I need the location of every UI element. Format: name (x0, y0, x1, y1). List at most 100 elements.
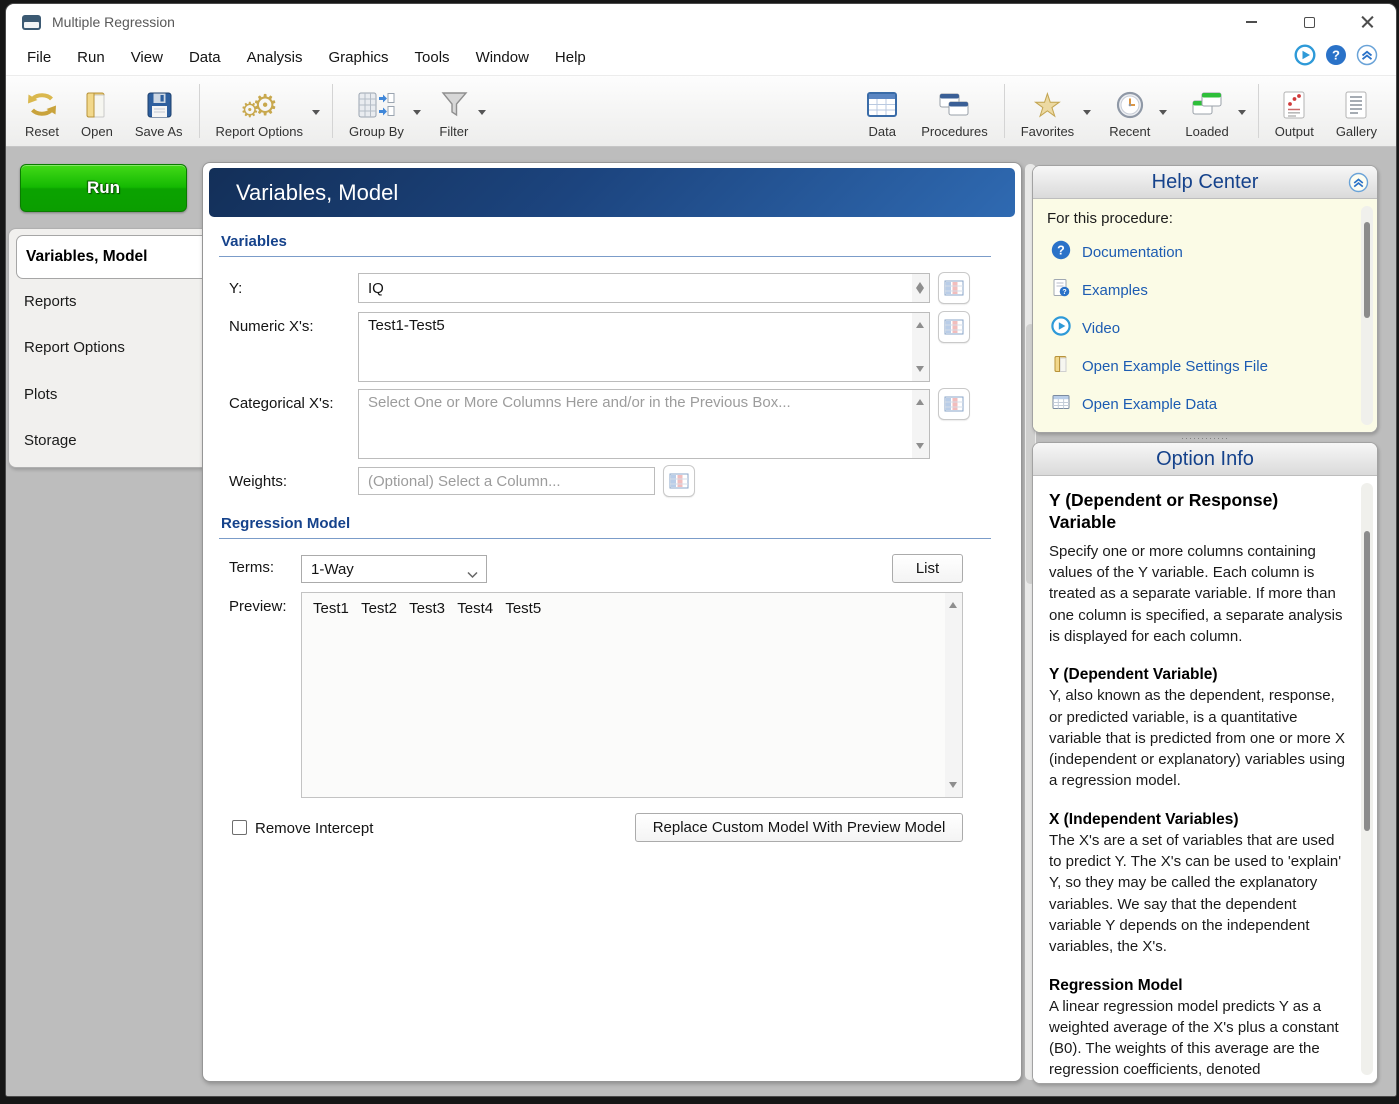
scrollbar-thumb[interactable] (1364, 222, 1370, 318)
run-video-icon[interactable] (1294, 44, 1316, 71)
data-table-icon (865, 85, 899, 123)
menu-bar: File Run View Data Analysis Graphics Too… (6, 40, 1396, 76)
menu-item-window[interactable]: Window (463, 43, 542, 72)
categorical-x-column-picker-button[interactable] (938, 388, 970, 420)
tab-plots[interactable]: Plots (24, 386, 57, 403)
output-button[interactable]: Output (1264, 76, 1325, 146)
y-label: Y: (229, 280, 242, 297)
categorical-x-input[interactable] (358, 389, 930, 459)
maximize-icon (1304, 17, 1315, 28)
terms-select[interactable]: 1-Way (301, 555, 487, 583)
y-input[interactable] (358, 273, 930, 303)
procedures-button[interactable]: Procedures (910, 76, 998, 146)
svg-text:?: ? (1062, 289, 1066, 296)
scrollbar-thumb[interactable] (1364, 531, 1370, 831)
option-info-heading: Regression Model (1049, 977, 1347, 995)
replace-custom-model-button[interactable]: Replace Custom Model With Preview Model (635, 813, 963, 842)
menu-item-help[interactable]: Help (542, 43, 599, 72)
maximize-button[interactable] (1280, 4, 1338, 40)
tab-variables-model[interactable]: Variables, Model (16, 235, 204, 279)
help-intro-text: For this procedure: (1047, 210, 1363, 227)
chevron-down-icon (1238, 110, 1246, 119)
chevron-down-icon (467, 566, 478, 583)
run-button[interactable]: Run (20, 164, 187, 212)
option-info-heading: Y (Dependent Variable) (1049, 666, 1347, 684)
menu-item-run[interactable]: Run (64, 43, 118, 72)
minimize-icon (1246, 21, 1257, 23)
menu-item-view[interactable]: View (118, 43, 176, 72)
procedures-windows-icon (936, 85, 972, 123)
open-button[interactable]: Open (70, 76, 124, 146)
numeric-x-label: Numeric X's: (229, 318, 314, 335)
gallery-document-icon (1343, 85, 1369, 123)
menu-item-data[interactable]: Data (176, 43, 234, 72)
weights-input[interactable] (358, 467, 655, 495)
panel-splitter-handle[interactable]: ············ (1032, 433, 1378, 442)
filter-button[interactable]: Filter (428, 76, 493, 146)
scroll-up-icon (949, 598, 957, 608)
group-by-button[interactable]: Group By (338, 76, 428, 146)
window-title: Multiple Regression (52, 14, 175, 30)
menu-item-file[interactable]: File (14, 43, 64, 72)
help-center-panel: Help Center For this procedure: ? Docume… (1032, 165, 1378, 433)
column-picker-icon (944, 280, 964, 296)
option-info-scrollbar[interactable] (1361, 483, 1373, 1075)
column-picker-icon (944, 396, 964, 412)
save-as-button[interactable]: Save As (124, 76, 194, 146)
app-window: Multiple Regression File Run View Data A… (6, 4, 1396, 1096)
menu-item-tools[interactable]: Tools (402, 43, 463, 72)
main-panel: Variables, Model Variables Y: Numeric X'… (202, 162, 1022, 1082)
loaded-windows-icon (1189, 85, 1225, 123)
close-button[interactable] (1338, 4, 1396, 40)
numeric-x-input[interactable]: Test1-Test5 (358, 312, 930, 382)
option-info-panel: Option Info Y (Dependent or Response) Va… (1032, 442, 1378, 1084)
numeric-x-column-picker-button[interactable] (938, 311, 970, 343)
procedure-tabs: Variables, Model Reports Report Options … (8, 228, 203, 468)
svg-text:?: ? (1057, 243, 1065, 257)
tab-report-options[interactable]: Report Options (24, 339, 125, 356)
help-center-scrollbar[interactable] (1361, 206, 1373, 425)
chevron-down-icon (1159, 110, 1167, 119)
group-by-icon (357, 85, 395, 123)
window-body: Run Variables, Model Reports Report Opti… (6, 148, 1396, 1096)
open-example-data-link[interactable]: Open Example Data (1047, 385, 1363, 423)
categorical-x-scrollbar[interactable] (912, 390, 929, 458)
remove-intercept-checkbox[interactable] (232, 820, 247, 835)
weights-column-picker-button[interactable] (663, 465, 695, 497)
y-column-picker-button[interactable] (938, 272, 970, 304)
menu-item-analysis[interactable]: Analysis (234, 43, 316, 72)
examples-link[interactable]: ? Examples (1047, 271, 1363, 309)
column-picker-icon (944, 319, 964, 335)
numeric-x-scrollbar[interactable] (912, 313, 929, 381)
recent-button[interactable]: Recent (1098, 76, 1174, 146)
help-icon[interactable]: ? (1325, 44, 1347, 71)
data-button[interactable]: Data (854, 76, 910, 146)
section-divider (219, 538, 991, 539)
tab-reports[interactable]: Reports (24, 293, 77, 310)
tab-storage[interactable]: Storage (24, 432, 77, 449)
option-info-heading: Y (Dependent or Response) Variable (1049, 489, 1347, 534)
collapse-toolbar-icon[interactable] (1356, 44, 1378, 71)
video-link[interactable]: Video (1047, 309, 1363, 347)
gallery-button[interactable]: Gallery (1325, 76, 1388, 146)
favorites-button[interactable]: ★ Favorites (1010, 76, 1098, 146)
report-options-button[interactable]: ⚙⚙ Report Options (205, 76, 327, 146)
minimize-button[interactable] (1222, 4, 1280, 40)
chevron-down-icon (478, 110, 486, 119)
documentation-link[interactable]: ? Documentation (1047, 233, 1363, 271)
reset-button[interactable]: Reset (14, 76, 70, 146)
loaded-button[interactable]: Loaded (1174, 76, 1252, 146)
toolbar-spacer (493, 76, 854, 146)
list-button[interactable]: List (892, 554, 963, 583)
svg-text:?: ? (1332, 48, 1340, 63)
close-icon (1361, 16, 1374, 29)
preview-box[interactable]: Test1 Test2 Test3 Test4 Test5 (301, 592, 963, 798)
toolbar-separator (332, 84, 333, 138)
variables-section-title: Variables (221, 233, 287, 250)
open-example-settings-link[interactable]: Open Example Settings File (1047, 347, 1363, 385)
chevron-down-icon (312, 110, 320, 119)
y-spinner[interactable] (912, 274, 929, 302)
menu-item-graphics[interactable]: Graphics (316, 43, 402, 72)
collapse-panel-icon[interactable] (1348, 172, 1369, 199)
preview-scrollbar[interactable] (945, 593, 962, 797)
